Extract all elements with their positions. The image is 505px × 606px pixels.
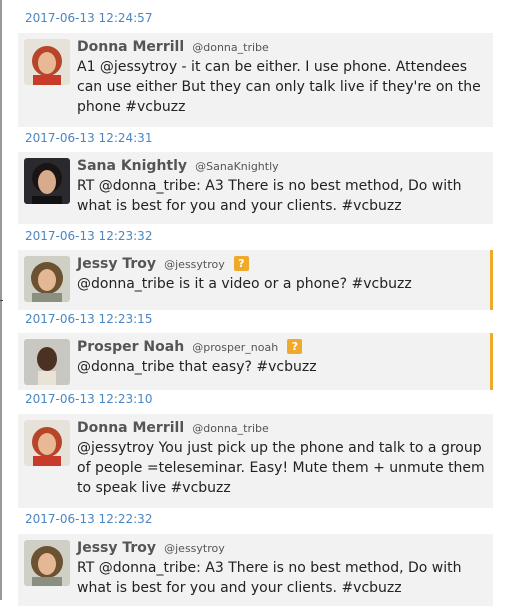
timestamp-link[interactable]: 2017-06-13 12:23:32	[25, 229, 152, 243]
author-name[interactable]: Jessy Troy	[77, 256, 156, 272]
tweet-header: Donna Merrill @donna_tribe	[77, 36, 269, 55]
author-handle[interactable]: @SanaKnightly	[195, 160, 279, 173]
timestamp-link[interactable]: 2017-06-13 12:23:15	[25, 312, 152, 326]
tweet-header: Jessy Troy @jessytroy	[77, 537, 225, 556]
avatar-jessy-troy[interactable]	[24, 540, 70, 586]
tweet-card[interactable]: Donna Merrill @donna_tribe A1 @jessytroy…	[18, 33, 493, 127]
tweet-header: Prosper Noah @prosper_noah ?	[77, 336, 303, 355]
question-badge: ?	[287, 339, 303, 354]
tweet-card[interactable]: Jessy Troy @jessytroy ? @donna_tribe is …	[18, 250, 493, 310]
author-name[interactable]: Donna Merrill	[77, 420, 184, 436]
tweet-header: Jessy Troy @jessytroy ?	[77, 253, 249, 272]
tweet-header: Donna Merrill @donna_tribe	[77, 417, 269, 436]
tweet-text: @donna_tribe that easy? #vcbuzz	[77, 359, 317, 375]
tweet-card[interactable]: Sana Knightly @SanaKnightly RT @donna_tr…	[18, 152, 493, 224]
avatar-donna-merrill[interactable]	[24, 420, 70, 466]
tweet-card[interactable]: Jessy Troy @jessytroy RT @donna_tribe: A…	[18, 534, 493, 606]
tweet-feed: 2017-06-13 12:24:57 Donna Merrill @donna…	[0, 0, 505, 606]
tweet-card[interactable]: Donna Merrill @donna_tribe @jessytroy Yo…	[18, 414, 493, 508]
tweet-header: Sana Knightly @SanaKnightly	[77, 155, 279, 174]
tweet-text: @donna_tribe is it a video or a phone? #…	[77, 276, 412, 292]
tweet-text: RT @donna_tribe: A3 There is no best met…	[77, 178, 462, 214]
author-name[interactable]: Donna Merrill	[77, 39, 184, 55]
tweet-text: A1 @jessytroy - it can be either. I use …	[77, 59, 481, 115]
tweet-card[interactable]: Prosper Noah @prosper_noah ? @donna_trib…	[18, 333, 493, 390]
avatar-sana-knightly[interactable]	[24, 158, 70, 204]
timestamp-link[interactable]: 2017-06-13 12:24:57	[25, 11, 152, 25]
author-handle[interactable]: @prosper_noah	[192, 341, 278, 354]
author-handle[interactable]: @jessytroy	[164, 542, 225, 555]
bar-tick	[0, 300, 3, 301]
author-name[interactable]: Prosper Noah	[77, 339, 184, 355]
author-handle[interactable]: @donna_tribe	[192, 41, 269, 54]
timestamp-link[interactable]: 2017-06-13 12:24:31	[25, 131, 152, 145]
question-badge: ?	[233, 256, 249, 271]
author-handle[interactable]: @jessytroy	[164, 258, 225, 271]
avatar-jessy-troy[interactable]	[24, 256, 70, 302]
avatar-prosper-noah[interactable]	[24, 339, 70, 385]
avatar-donna-merrill[interactable]	[24, 39, 70, 85]
author-name[interactable]: Sana Knightly	[77, 158, 187, 174]
timestamp-link[interactable]: 2017-06-13 12:23:10	[25, 392, 152, 406]
author-handle[interactable]: @donna_tribe	[192, 422, 269, 435]
tweet-text: @jessytroy You just pick up the phone an…	[77, 440, 485, 496]
timestamp-link[interactable]: 2017-06-13 12:22:32	[25, 512, 152, 526]
tweet-text: RT @donna_tribe: A3 There is no best met…	[77, 560, 462, 596]
author-name[interactable]: Jessy Troy	[77, 540, 156, 556]
